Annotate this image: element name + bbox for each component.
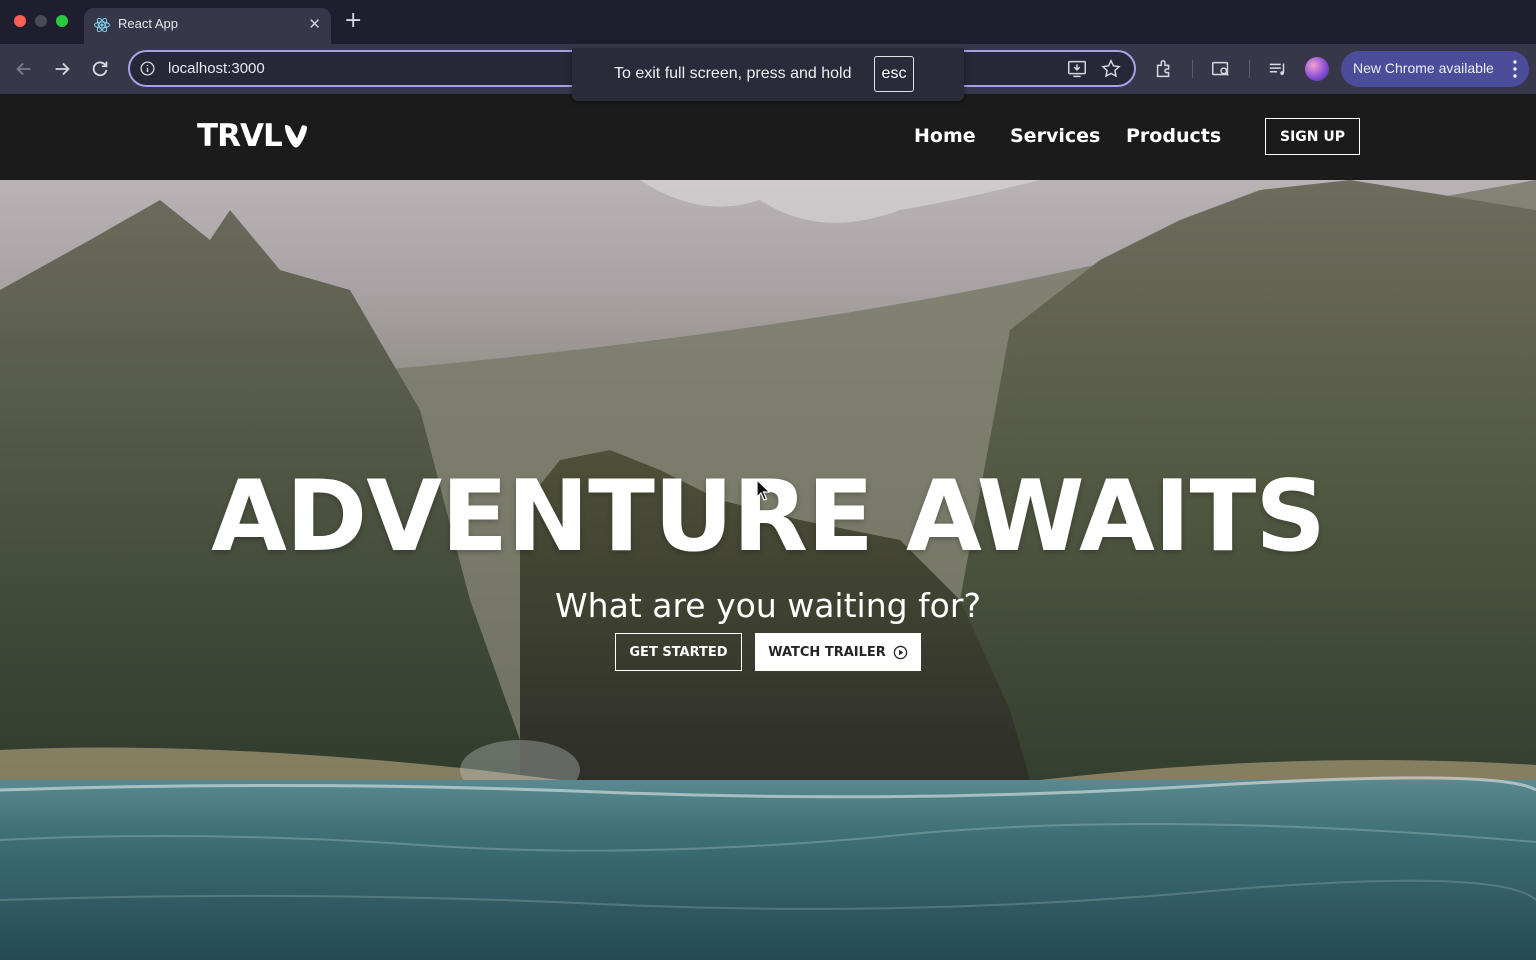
typo3-logo-icon[interactable]	[282, 122, 310, 150]
fullscreen-exit-notice: To exit full screen, press and hold esc	[572, 48, 964, 101]
minimize-window-button[interactable]	[35, 15, 47, 27]
site-navbar: TRVL Home Services Products SIGN UP	[0, 94, 1536, 180]
hero-section: ADVENTURE AWAITS What are you waiting fo…	[0, 180, 1536, 960]
new-tab-button[interactable]: +	[344, 9, 362, 33]
tab-close-icon[interactable]: ✕	[308, 15, 321, 33]
play-circle-icon	[893, 645, 908, 659]
browser-tab-strip: React App ✕ +	[0, 0, 1536, 44]
more-vert-icon	[1513, 60, 1517, 78]
watch-trailer-button[interactable]: WATCH TRAILER	[755, 633, 921, 671]
toolbar-separator	[1249, 60, 1250, 78]
tab-title: React App	[118, 16, 178, 31]
extensions-icon[interactable]	[1153, 58, 1175, 80]
install-app-icon[interactable]	[1066, 58, 1088, 80]
watch-trailer-label: WATCH TRAILER	[768, 644, 886, 660]
browser-tab[interactable]: React App ✕	[84, 8, 331, 44]
fullscreen-notice-text: To exit full screen, press and hold	[614, 65, 852, 82]
new-chrome-available-button[interactable]: New Chrome available	[1341, 51, 1529, 87]
mouse-cursor-icon	[756, 479, 770, 501]
back-arrow-icon[interactable]	[13, 58, 35, 80]
reload-icon[interactable]	[89, 58, 111, 80]
site-logo[interactable]: TRVL	[197, 118, 283, 154]
nav-home-link[interactable]: Home	[914, 125, 976, 147]
fullscreen-window-button[interactable]	[56, 15, 68, 27]
hero-title: ADVENTURE AWAITS	[211, 460, 1326, 574]
esc-key-badge: esc	[874, 56, 914, 92]
sign-up-button[interactable]: SIGN UP	[1265, 118, 1360, 155]
url-text[interactable]: localhost:3000	[168, 60, 265, 77]
tab-search-icon[interactable]	[1210, 58, 1232, 80]
media-controls-icon[interactable]	[1267, 58, 1289, 80]
update-label: New Chrome available	[1353, 60, 1494, 76]
get-started-button[interactable]: GET STARTED	[615, 633, 742, 671]
nav-products-link[interactable]: Products	[1126, 125, 1221, 147]
hero-subtitle: What are you waiting for?	[555, 586, 981, 625]
nav-services-link[interactable]: Services	[1010, 125, 1100, 147]
close-window-button[interactable]	[14, 15, 26, 27]
star-icon[interactable]	[1100, 58, 1122, 80]
info-icon[interactable]	[139, 60, 156, 77]
forward-arrow-icon[interactable]	[51, 58, 73, 80]
react-favicon-icon	[94, 17, 110, 33]
web-page: TRVL Home Services Products SIGN UP ADVE…	[0, 94, 1536, 960]
profile-avatar[interactable]	[1305, 57, 1329, 81]
toolbar-separator	[1192, 60, 1193, 78]
